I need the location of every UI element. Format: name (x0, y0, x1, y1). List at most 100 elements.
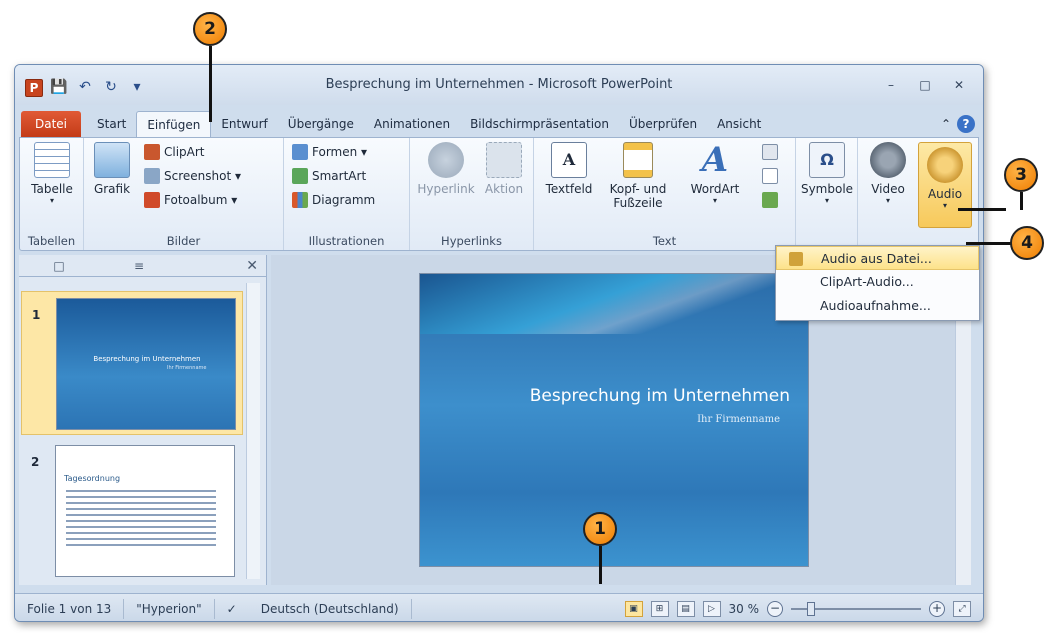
omega-icon: Ω (809, 142, 845, 178)
slide-thumbnail-2[interactable]: 2 Tagesordnung (21, 439, 243, 583)
slides-tab-icon[interactable]: □ (19, 259, 99, 273)
fit-to-window-icon[interactable]: ⤢ (953, 600, 971, 617)
shapes-icon (292, 144, 308, 160)
menu-item-label: Audio aus Datei... (821, 251, 932, 266)
slide-sorter-icon[interactable]: ⊞ (650, 600, 669, 617)
wordart-label: WordArt (690, 182, 740, 196)
group-label-illustrationen: Illustrationen (308, 234, 385, 248)
slide-wave-decoration (420, 274, 808, 334)
menu-item-record-audio[interactable]: Audioaufnahme... (776, 294, 979, 318)
group-label-hyperlinks: Hyperlinks (441, 234, 502, 248)
minimize-button[interactable]: – (875, 75, 907, 95)
help-icon[interactable]: ? (957, 115, 975, 133)
slide-subtitle[interactable]: Ihr Firmenname (420, 414, 780, 425)
screenshot-button[interactable]: Screenshot ▾ (144, 168, 241, 184)
menu-item-label: Audioaufnahme... (820, 298, 931, 313)
hyperlink-button[interactable]: Hyperlink (414, 142, 478, 196)
normal-view-icon[interactable]: ▣ (624, 600, 643, 617)
spellcheck-icon[interactable]: ✓ (215, 599, 249, 619)
close-pane-icon[interactable]: ✕ (246, 258, 258, 274)
action-button[interactable]: Aktion (480, 142, 528, 196)
zoom-level[interactable]: 30 % (729, 602, 760, 616)
picture-icon (94, 142, 130, 178)
slide-thumbnail-1[interactable]: 1 Besprechung im Unternehmen Ihr Firmenn… (21, 291, 243, 435)
object-button[interactable] (762, 192, 778, 208)
tab-einfuegen[interactable]: Einfügen (136, 111, 212, 137)
zoom-out-icon[interactable]: − (767, 600, 783, 617)
callout-3-line (958, 208, 1006, 211)
menu-item-audio-from-file[interactable]: Audio aus Datei... (776, 246, 979, 270)
group-bilder: Grafik ClipArt Screenshot ▾ Fotoalbum ▾ … (84, 138, 284, 250)
zoom-slider-knob[interactable] (807, 601, 815, 616)
tab-uebergaenge[interactable]: Übergänge (278, 111, 364, 137)
theme-name: "Hyperion" (124, 598, 215, 619)
speaker-icon (789, 252, 803, 266)
tab-start[interactable]: Start (87, 111, 136, 137)
shapes-label: Formen ▾ (312, 145, 368, 159)
title-bar: P 💾 ↶ ↻ ▾ Besprechung im Unternehmen - M… (15, 65, 983, 105)
symbols-button[interactable]: Ω Symbole ▾ (800, 142, 854, 205)
textbox-icon: A (551, 142, 587, 178)
status-bar: Folie 1 von 13 "Hyperion" ✓ Deutsch (Deu… (15, 593, 983, 621)
shapes-button[interactable]: Formen ▾ (292, 144, 367, 160)
slide-title[interactable]: Besprechung im Unternehmen (420, 386, 790, 406)
menu-item-clipart-audio[interactable]: ClipArt-Audio... (776, 270, 979, 294)
slide-preview: Besprechung im Unternehmen Ihr Firmennam… (56, 298, 236, 430)
callout-1-line (599, 546, 602, 584)
textbox-label: Textfeld (545, 182, 593, 196)
group-label-text: Text (652, 234, 677, 248)
close-button[interactable]: ✕ (943, 75, 975, 95)
slides-pane: □ ≡ ✕ 1 Besprechung im Unternehmen Ihr F… (19, 255, 267, 585)
slides-pane-scrollbar[interactable] (246, 283, 260, 579)
reading-view-icon[interactable]: ▤ (676, 600, 695, 617)
picture-button-label: Grafik (93, 182, 131, 196)
tab-datei[interactable]: Datei (21, 111, 82, 137)
zoom-in-icon[interactable]: + (929, 600, 945, 617)
chevron-down-icon: ▾ (49, 196, 54, 205)
chevron-down-icon: ▾ (885, 196, 890, 205)
date-time-button[interactable] (762, 144, 778, 160)
audio-button[interactable]: Audio ▾ (918, 142, 972, 228)
object-icon (762, 192, 778, 208)
header-footer-button[interactable]: Kopf- und Fußzeile (600, 142, 676, 210)
smartart-button[interactable]: SmartArt (292, 168, 366, 184)
audio-label: Audio (927, 187, 963, 201)
chart-button[interactable]: Diagramm (292, 192, 375, 208)
maximize-button[interactable]: □ (909, 75, 941, 95)
group-hyperlinks: Hyperlink Aktion Hyperlinks (410, 138, 534, 250)
tab-animationen[interactable]: Animationen (364, 111, 460, 137)
language-indicator[interactable]: Deutsch (Deutschland) (249, 598, 412, 619)
tab-ueberpruefen[interactable]: Überprüfen (619, 111, 707, 137)
callout-1: 1 (583, 512, 617, 546)
wordart-button[interactable]: A WordArt ▾ (680, 142, 750, 205)
chevron-down-icon: ▾ (712, 196, 717, 205)
textbox-button[interactable]: A Textfeld (542, 142, 596, 196)
slide-number: 2 (31, 455, 40, 469)
clipart-button[interactable]: ClipArt (144, 144, 205, 160)
video-button[interactable]: Video ▾ (862, 142, 914, 205)
slide-number-button[interactable] (762, 168, 778, 184)
tab-ansicht[interactable]: Ansicht (707, 111, 771, 137)
date-time-icon (762, 144, 778, 160)
photo-album-label: Fotoalbum ▾ (164, 193, 238, 207)
zoom-slider[interactable] (791, 601, 921, 616)
speaker-icon (927, 147, 963, 183)
callout-4-line (966, 242, 1012, 245)
slideshow-icon[interactable]: ▷ (702, 600, 721, 617)
video-icon (870, 142, 906, 178)
outline-tab-icon[interactable]: ≡ (99, 259, 179, 273)
slide-preview-bullets (66, 486, 216, 550)
photo-album-button[interactable]: Fotoalbum ▾ (144, 192, 237, 208)
picture-button[interactable]: Grafik (90, 142, 134, 196)
hyperlink-icon (428, 142, 464, 178)
table-button[interactable]: Tabelle ▾ (26, 142, 78, 205)
minimize-ribbon-icon[interactable]: ⌃ (941, 117, 951, 131)
ribbon-einfuegen: Tabelle ▾ Tabellen Grafik ClipArt Screen… (19, 137, 979, 251)
tab-bildschirmpraesentation[interactable]: Bildschirmpräsentation (460, 111, 619, 137)
tab-entwurf[interactable]: Entwurf (211, 111, 277, 137)
group-label-tabellen: Tabellen (27, 234, 76, 248)
group-medien: Video ▾ Audio ▾ (858, 138, 978, 250)
slide-counter: Folie 1 von 13 (15, 598, 125, 619)
clipart-label: ClipArt (164, 145, 205, 159)
group-tabellen: Tabelle ▾ Tabellen (20, 138, 84, 250)
